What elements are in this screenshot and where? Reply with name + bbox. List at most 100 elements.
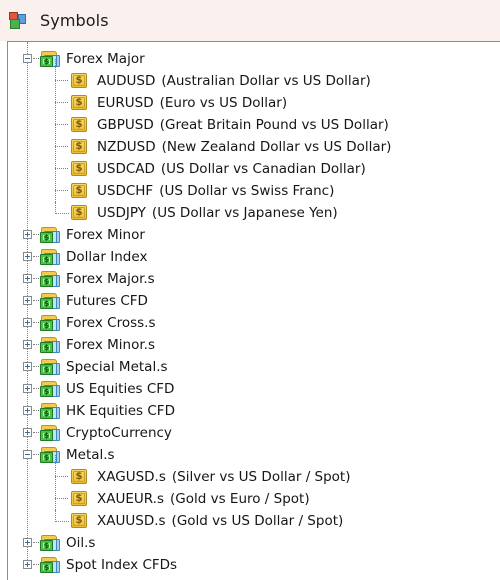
tree-group-label: Forex Major.s: [66, 271, 155, 287]
symbol-code: EURUSD: [97, 95, 154, 111]
symbol-description: (Gold vs Euro / Spot): [170, 491, 310, 507]
currency-symbol-icon: $: [71, 94, 88, 111]
symbol-code: XAUEUR.s: [97, 491, 164, 507]
tree-connector: [55, 102, 68, 103]
tree-group-row[interactable]: $ Special Metal.s: [8, 356, 500, 378]
expander-plus-icon[interactable]: [23, 296, 32, 305]
symbol-group-folder-icon: $: [39, 535, 61, 552]
symbol-code: USDJPY: [97, 205, 146, 221]
tree-connector: [55, 146, 68, 147]
tree-symbol-row[interactable]: $ GBPUSD (Great Britain Pound vs US Dollar…: [8, 114, 500, 136]
currency-symbol-icon: $: [71, 116, 88, 133]
tree-symbol-row[interactable]: $ XAUEUR.s (Gold vs Euro / Spot): [8, 488, 500, 510]
symbol-code: USDCAD: [97, 161, 155, 177]
tree-connector: [55, 124, 68, 125]
symbol-code: GBPUSD: [97, 117, 154, 133]
tree-group-label: Metal.s: [66, 447, 115, 463]
expander-plus-icon[interactable]: [23, 340, 32, 349]
expander-minus-icon[interactable]: [23, 450, 32, 459]
currency-symbol-icon: $: [71, 72, 88, 89]
tree-group-row[interactable]: $ Futures CFD: [8, 290, 500, 312]
expander-minus-icon[interactable]: [23, 54, 32, 63]
expander-plus-icon[interactable]: [23, 274, 32, 283]
expander-plus-icon[interactable]: [23, 406, 32, 415]
symbol-description: (New Zealand Dollar vs US Dollar): [161, 139, 392, 155]
tree-group-row[interactable]: $ Oil.s: [8, 532, 500, 554]
tree-group-row[interactable]: $ HK Equities CFD: [8, 400, 500, 422]
symbol-group-folder-icon: $: [39, 315, 61, 332]
tree-connector: [55, 168, 68, 169]
symbol-group-folder-icon: $: [39, 447, 61, 464]
expander-plus-icon[interactable]: [23, 428, 32, 437]
symbol-description: (US Dollar vs Japanese Yen): [151, 205, 338, 221]
tree-group-row[interactable]: $ Forex Minor: [8, 224, 500, 246]
symbols-window-icon: [9, 11, 27, 30]
tree-group-label: Forex Major: [66, 51, 145, 67]
tree-group-label: Forex Minor.s: [66, 337, 155, 353]
tree-symbol-row[interactable]: $ USDJPY (US Dollar vs Japanese Yen): [8, 202, 500, 224]
tree-group-label: Oil.s: [66, 535, 96, 551]
page-title: Symbols: [40, 11, 109, 30]
symbol-group-folder-icon: $: [39, 425, 61, 442]
tree-connector: [55, 476, 68, 477]
expander-plus-icon[interactable]: [23, 384, 32, 393]
tree-connector: [55, 455, 56, 520]
tree-connector: [55, 498, 68, 499]
tree-group-label: Dollar Index: [66, 249, 148, 265]
tree-symbol-row[interactable]: $ EURUSD (Euro vs US Dollar): [8, 92, 500, 114]
expander-plus-icon[interactable]: [23, 230, 32, 239]
tree-group-label: Forex Minor: [66, 227, 145, 243]
tree-connector: [55, 190, 68, 191]
tree-connector: [55, 59, 56, 212]
expander-plus-icon[interactable]: [23, 362, 32, 371]
window-header: Symbols: [0, 0, 500, 41]
symbol-group-folder-icon: $: [39, 271, 61, 288]
tree-group-row[interactable]: $ Forex Major: [8, 48, 500, 70]
symbol-description: (Euro vs US Dollar): [159, 95, 288, 111]
tree-connector: [55, 202, 69, 214]
symbol-description: (Australian Dollar vs US Dollar): [161, 73, 371, 89]
symbol-description: (Gold vs US Dollar / Spot): [171, 513, 344, 529]
symbol-group-folder-icon: $: [39, 249, 61, 266]
expander-plus-icon[interactable]: [23, 318, 32, 327]
symbols-window: Symbols $ Forex Major $ AUDUSD (Australian D…: [0, 0, 500, 580]
currency-symbol-icon: $: [71, 204, 88, 221]
symbol-group-folder-icon: $: [39, 359, 61, 376]
tree-group-row[interactable]: $ Forex Major.s: [8, 268, 500, 290]
tree-symbol-row[interactable]: $ XAUUSD.s (Gold vs US Dollar / Spot): [8, 510, 500, 532]
tree-group-row[interactable]: $ Spot Index CFDs: [8, 554, 500, 576]
tree-group-row[interactable]: $ Dollar Index: [8, 246, 500, 268]
tree-group-row[interactable]: $ Metal.s: [8, 444, 500, 466]
symbol-description: (US Dollar vs Canadian Dollar): [160, 161, 366, 177]
tree-group-label: Special Metal.s: [66, 359, 168, 375]
tree-symbol-row[interactable]: $ AUDUSD (Australian Dollar vs US Dollar): [8, 70, 500, 92]
symbol-group-folder-icon: $: [39, 403, 61, 420]
symbol-group-folder-icon: $: [39, 337, 61, 354]
tree-symbol-row[interactable]: $ USDCHF (US Dollar vs Swiss Franc): [8, 180, 500, 202]
symbol-group-folder-icon: $: [39, 51, 61, 68]
expander-plus-icon[interactable]: [23, 252, 32, 261]
tree-group-row[interactable]: $ Forex Minor.s: [8, 334, 500, 356]
currency-symbol-icon: $: [71, 468, 88, 485]
expander-plus-icon[interactable]: [23, 560, 32, 569]
symbol-description: (Silver vs US Dollar / Spot): [171, 469, 351, 485]
tree-group-row[interactable]: $ CryptoCurrency: [8, 422, 500, 444]
symbol-description: (Great Britain Pound vs US Dollar): [159, 117, 389, 133]
tree-group-label: CryptoCurrency: [66, 425, 172, 441]
tree-symbol-row[interactable]: $ USDCAD (US Dollar vs Canadian Dollar): [8, 158, 500, 180]
symbol-group-folder-icon: $: [39, 381, 61, 398]
symbols-tree-panel[interactable]: $ Forex Major $ AUDUSD (Australian Dollar vs…: [7, 41, 500, 580]
symbol-description: (US Dollar vs Swiss Franc): [159, 183, 335, 199]
tree-group-row[interactable]: $ US Equities CFD: [8, 378, 500, 400]
tree-symbol-row[interactable]: $ NZDUSD (New Zealand Dollar vs US Dollar): [8, 136, 500, 158]
tree-group-label: HK Equities CFD: [66, 403, 175, 419]
symbol-code: USDCHF: [97, 183, 154, 199]
tree-group-row[interactable]: $ Forex Cross.s: [8, 312, 500, 334]
tree-group-label: Spot Index CFDs: [66, 557, 178, 573]
symbol-group-folder-icon: $: [39, 557, 61, 574]
tree-symbol-row[interactable]: $ XAGUSD.s (Silver vs US Dollar / Spot): [8, 466, 500, 488]
tree-group-label: Futures CFD: [66, 293, 148, 309]
symbols-tree[interactable]: $ Forex Major $ AUDUSD (Australian Dollar vs…: [8, 42, 500, 576]
expander-plus-icon[interactable]: [23, 538, 32, 547]
currency-symbol-icon: $: [71, 182, 88, 199]
